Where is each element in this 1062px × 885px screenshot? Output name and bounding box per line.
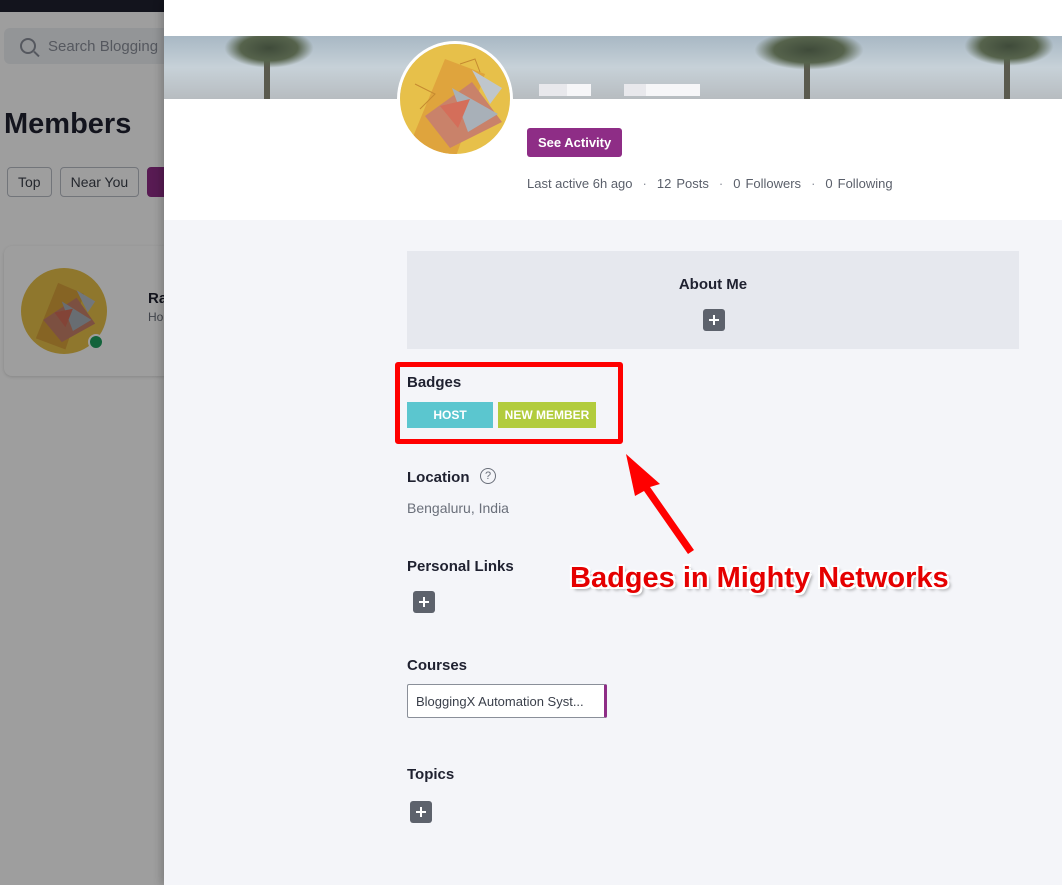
last-active: Last active 6h ago	[527, 176, 633, 191]
about-me-title: About Me	[678, 276, 748, 293]
profile-avatar	[397, 41, 513, 157]
posts-label[interactable]: Posts	[676, 176, 709, 191]
location-value: Bengaluru, India	[407, 500, 509, 516]
add-topic-button[interactable]	[410, 801, 432, 823]
stats-separator: ·	[811, 176, 816, 191]
following-label[interactable]: Following	[838, 176, 893, 191]
modal-backdrop[interactable]	[0, 0, 164, 885]
plus-icon	[709, 315, 719, 325]
help-icon[interactable]: ?	[480, 468, 496, 484]
plus-icon	[419, 597, 429, 607]
courses-title: Courses	[407, 657, 468, 674]
add-about-button[interactable]	[703, 309, 725, 331]
cover-image	[164, 36, 1062, 99]
palm-crown	[224, 36, 314, 68]
redacted-name	[646, 84, 700, 96]
profile-stats: Last active 6h ago · 12 Posts · 0 Follow…	[527, 176, 893, 191]
topics-title: Topics	[407, 766, 455, 783]
annotation-label: Badges in Mighty Networks	[570, 562, 949, 594]
followers-count[interactable]: 0	[733, 176, 740, 191]
profile-header: See Activity Last active 6h ago · 12 Pos…	[164, 0, 1062, 220]
stats-separator: ·	[642, 176, 647, 191]
course-item[interactable]: BloggingX Automation Syst...	[407, 684, 607, 718]
redacted-name	[624, 84, 648, 96]
palm-crown	[964, 36, 1054, 66]
stats-separator: ·	[718, 176, 724, 191]
annotation-arrow-icon	[626, 454, 694, 554]
redacted-name	[567, 84, 591, 96]
followers-label[interactable]: Followers	[745, 176, 801, 191]
plus-icon	[416, 807, 426, 817]
see-activity-button[interactable]: See Activity	[527, 128, 623, 157]
personal-links-title: Personal Links	[407, 558, 514, 575]
posts-count[interactable]: 12	[657, 176, 671, 191]
location-title: Location	[407, 469, 470, 486]
annotation-highlight-box	[395, 362, 623, 444]
redacted-name	[539, 84, 567, 96]
palm-crown	[754, 36, 864, 70]
following-count[interactable]: 0	[825, 176, 832, 191]
about-me-section: About Me	[407, 251, 1019, 349]
add-personal-link-button[interactable]	[413, 591, 435, 613]
